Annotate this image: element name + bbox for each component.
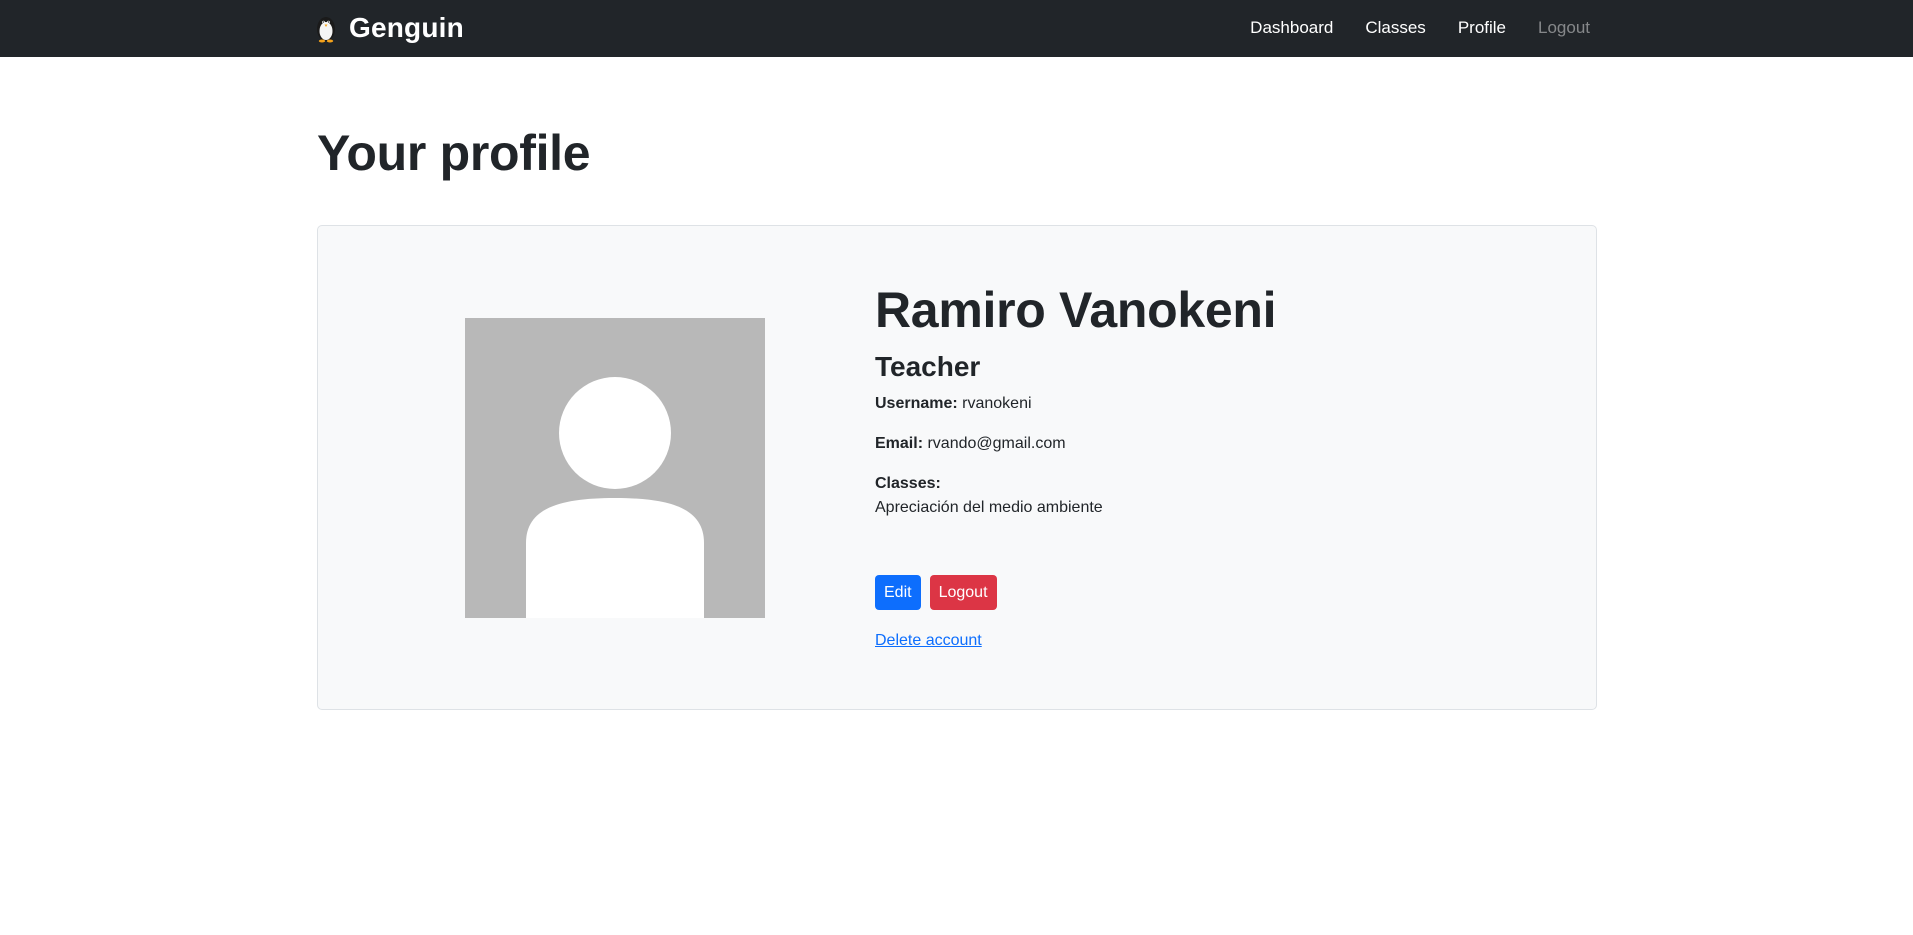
profile-actions: Edit Logout (875, 575, 1006, 610)
email-value: rvando@gmail.com (927, 434, 1066, 452)
email-label: Email: (875, 434, 924, 452)
logout-button[interactable]: Logout (929, 575, 997, 610)
profile-name: Ramiro Vanokeni (875, 282, 1277, 338)
brand-name: Genguin (349, 12, 464, 43)
class-item: Apreciación del medio ambiente (875, 498, 1103, 516)
penguin-icon (317, 17, 335, 43)
nav-links: Dashboard Classes Profile Logout (1218, 18, 1590, 38)
email-field: Email: rvando@gmail.com (875, 432, 1555, 456)
page-title: Your profile (317, 125, 591, 181)
avatar (465, 318, 765, 618)
navbar: Genguin Dashboard Classes Profile Logout (0, 0, 1913, 57)
nav-classes[interactable]: Classes (1365, 18, 1425, 38)
profile-role: Teacher (875, 351, 981, 382)
nav-logout[interactable]: Logout (1538, 18, 1590, 38)
nav-profile[interactable]: Profile (1458, 18, 1506, 38)
profile-info: Ramiro Vanokeni Teacher Username: rvanok… (875, 280, 1555, 520)
user-placeholder-icon (465, 318, 765, 618)
nav-dashboard[interactable]: Dashboard (1250, 18, 1333, 38)
classes-field: Classes: (875, 472, 1555, 496)
brand-link[interactable]: Genguin (315, 10, 464, 46)
username-label: Username: (875, 394, 958, 412)
classes-label: Classes: (875, 474, 941, 492)
delete-account-link[interactable]: Delete account (875, 632, 982, 650)
edit-button[interactable]: Edit (875, 575, 921, 610)
username-value: rvanokeni (962, 394, 1032, 412)
username-field: Username: rvanokeni (875, 392, 1555, 416)
profile-card: Ramiro Vanokeni Teacher Username: rvanok… (317, 225, 1597, 710)
